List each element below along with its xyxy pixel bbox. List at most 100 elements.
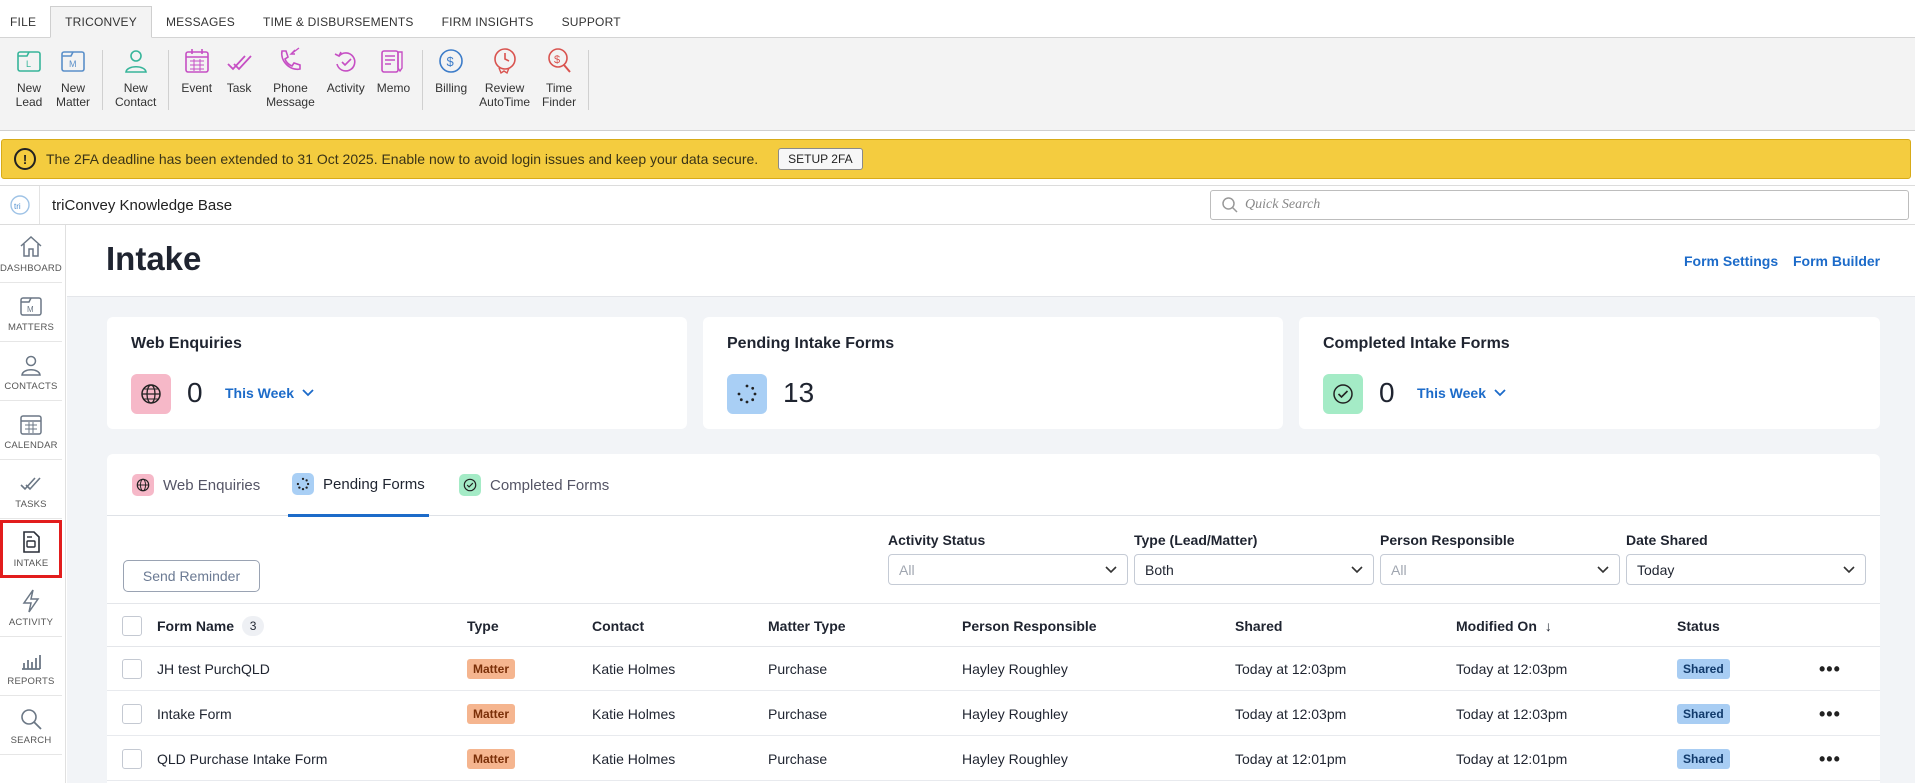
- shared-cell: Today at 12:01pm: [1235, 751, 1347, 767]
- quick-search[interactable]: [1210, 190, 1909, 220]
- time-finder-icon: $: [548, 48, 571, 73]
- triconvey-logo[interactable]: tri: [0, 186, 40, 224]
- completed-count: 0: [1379, 377, 1395, 408]
- sidebar-item-tasks[interactable]: TASKS: [0, 461, 62, 519]
- menu-time-disbursements[interactable]: TIME & DISBURSEMENTS: [249, 6, 428, 37]
- tab-web-enquiries[interactable]: Web Enquiries: [132, 454, 260, 516]
- review-clock-icon: [493, 48, 516, 75]
- twofa-banner: ! The 2FA deadline has been extended to …: [1, 139, 1911, 179]
- phone-message-button[interactable]: Phone Message: [260, 46, 321, 109]
- setup-2fa-button[interactable]: SETUP 2FA: [778, 148, 863, 170]
- menu-support[interactable]: SUPPORT: [548, 6, 635, 37]
- forms-panel: Web Enquiries Pending Forms Completed Fo…: [107, 454, 1880, 783]
- menu-file[interactable]: FILE: [0, 6, 50, 37]
- new-contact-button[interactable]: New Contact: [109, 46, 162, 109]
- card-title: Pending Intake Forms: [727, 335, 895, 352]
- row-checkbox[interactable]: [122, 659, 142, 679]
- person-responsible-filter: Person Responsible All: [1380, 532, 1620, 585]
- task-button[interactable]: Task: [218, 46, 260, 95]
- select-all-checkbox[interactable]: [122, 616, 142, 636]
- new-lead-button[interactable]: L New Lead: [8, 46, 50, 109]
- activity-icon: [22, 589, 40, 612]
- form-builder-link[interactable]: Form Builder: [1793, 253, 1880, 269]
- sidebar-item-calendar[interactable]: CALENDAR: [0, 402, 62, 460]
- chevron-down-icon: [302, 389, 314, 397]
- row-checkbox[interactable]: [122, 749, 142, 769]
- globe-icon: [132, 474, 154, 496]
- search-icon: [21, 708, 42, 730]
- web-period-dropdown[interactable]: This Week: [225, 385, 314, 401]
- column-person-responsible[interactable]: Person Responsible: [962, 604, 1097, 648]
- chevron-down-icon: [1494, 389, 1506, 397]
- form-name-cell[interactable]: JH test PurchQLD: [157, 647, 270, 691]
- column-form-name[interactable]: Form Name 3: [157, 604, 265, 648]
- form-settings-link[interactable]: Form Settings: [1684, 253, 1778, 269]
- type-select[interactable]: Both: [1134, 554, 1374, 585]
- ribbon-divider: [422, 50, 424, 110]
- knowledge-base-title[interactable]: triConvey Knowledge Base: [52, 197, 232, 214]
- column-type[interactable]: Type: [467, 604, 499, 648]
- new-matter-button[interactable]: M New Matter: [50, 46, 96, 109]
- time-finder-button[interactable]: $ Time Finder: [536, 46, 582, 109]
- more-actions-icon[interactable]: •••: [1819, 692, 1841, 736]
- type-badge: Matter: [467, 704, 516, 724]
- modified-cell: Today at 12:01pm: [1456, 751, 1568, 767]
- form-name-cell[interactable]: QLD Purchase Intake Form: [157, 737, 327, 781]
- tab-completed-forms[interactable]: Completed Forms: [459, 454, 609, 516]
- table-row[interactable]: Intake Form Matter Katie Holmes Purchase…: [107, 692, 1880, 736]
- person-responsible-select[interactable]: All: [1380, 554, 1620, 585]
- table-header: Form Name 3 Type Contact Matter Type Per…: [107, 603, 1880, 647]
- contact-cell: Katie Holmes: [592, 706, 676, 722]
- completed-period-dropdown[interactable]: This Week: [1417, 385, 1506, 401]
- sidebar-item-intake[interactable]: INTAKE: [0, 520, 62, 578]
- table-row[interactable]: QLD Purchase Intake Form Matter Katie Ho…: [107, 737, 1880, 781]
- column-modified-on[interactable]: Modified On ↓: [1456, 604, 1552, 648]
- search-icon: [1222, 197, 1238, 213]
- row-checkbox[interactable]: [122, 704, 142, 724]
- more-actions-icon[interactable]: •••: [1819, 647, 1841, 691]
- svg-text:M: M: [27, 305, 34, 314]
- date-shared-select[interactable]: Today: [1626, 554, 1866, 585]
- shared-cell: Today at 12:03pm: [1235, 706, 1347, 722]
- column-matter-type[interactable]: Matter Type: [768, 604, 846, 648]
- sidebar-item-matters[interactable]: M MATTERS: [0, 284, 62, 342]
- activity-icon: [334, 51, 356, 72]
- pending-count: 13: [783, 377, 815, 408]
- sidebar-item-activity[interactable]: ACTIVITY: [0, 579, 62, 637]
- globe-icon: [131, 374, 171, 414]
- pending-spinner-icon: [292, 473, 314, 495]
- new-lead-icon: L: [17, 51, 41, 72]
- card-title: Completed Intake Forms: [1323, 335, 1510, 352]
- sidebar-item-reports[interactable]: REPORTS: [0, 638, 62, 696]
- sidebar: DASHBOARD M MATTERS CONTACTS CALENDAR TA…: [0, 225, 66, 783]
- svg-text:M: M: [69, 59, 77, 69]
- calendar-icon: [20, 414, 42, 435]
- column-shared[interactable]: Shared: [1235, 604, 1282, 648]
- main-content: Intake Form Settings Form Builder Web En…: [67, 225, 1915, 783]
- sidebar-item-search[interactable]: SEARCH: [0, 697, 62, 755]
- column-contact[interactable]: Contact: [592, 604, 644, 648]
- tab-pending-forms[interactable]: Pending Forms: [288, 454, 429, 517]
- event-button[interactable]: Event: [175, 46, 218, 95]
- more-actions-icon[interactable]: •••: [1819, 737, 1841, 781]
- activity-status-filter: Activity Status All: [888, 532, 1128, 585]
- menu-triconvey[interactable]: TRICONVEY: [50, 6, 152, 38]
- form-name-cell[interactable]: Intake Form: [157, 692, 232, 736]
- menu-firm-insights[interactable]: FIRM INSIGHTS: [428, 6, 548, 37]
- quick-search-input[interactable]: [1245, 197, 1885, 213]
- sidebar-item-dashboard[interactable]: DASHBOARD: [0, 225, 62, 283]
- activity-status-select[interactable]: All: [888, 554, 1128, 585]
- column-status[interactable]: Status: [1677, 604, 1720, 648]
- memo-button[interactable]: Memo: [371, 46, 416, 95]
- table-row[interactable]: JH test PurchQLD Matter Katie Holmes Pur…: [107, 647, 1880, 691]
- status-badge: Shared: [1677, 749, 1730, 769]
- status-badge: Shared: [1677, 659, 1730, 679]
- billing-button[interactable]: $ Billing: [429, 46, 473, 95]
- menu-messages[interactable]: MESSAGES: [152, 6, 249, 37]
- activity-button[interactable]: Activity: [321, 46, 371, 95]
- review-autotime-button[interactable]: Review AutoTime: [473, 46, 536, 109]
- web-enquiries-card: Web Enquiries 0 This Week: [107, 317, 687, 429]
- send-reminder-button[interactable]: Send Reminder: [123, 560, 260, 592]
- type-badge: Matter: [467, 659, 516, 679]
- sidebar-item-contacts[interactable]: CONTACTS: [0, 343, 62, 401]
